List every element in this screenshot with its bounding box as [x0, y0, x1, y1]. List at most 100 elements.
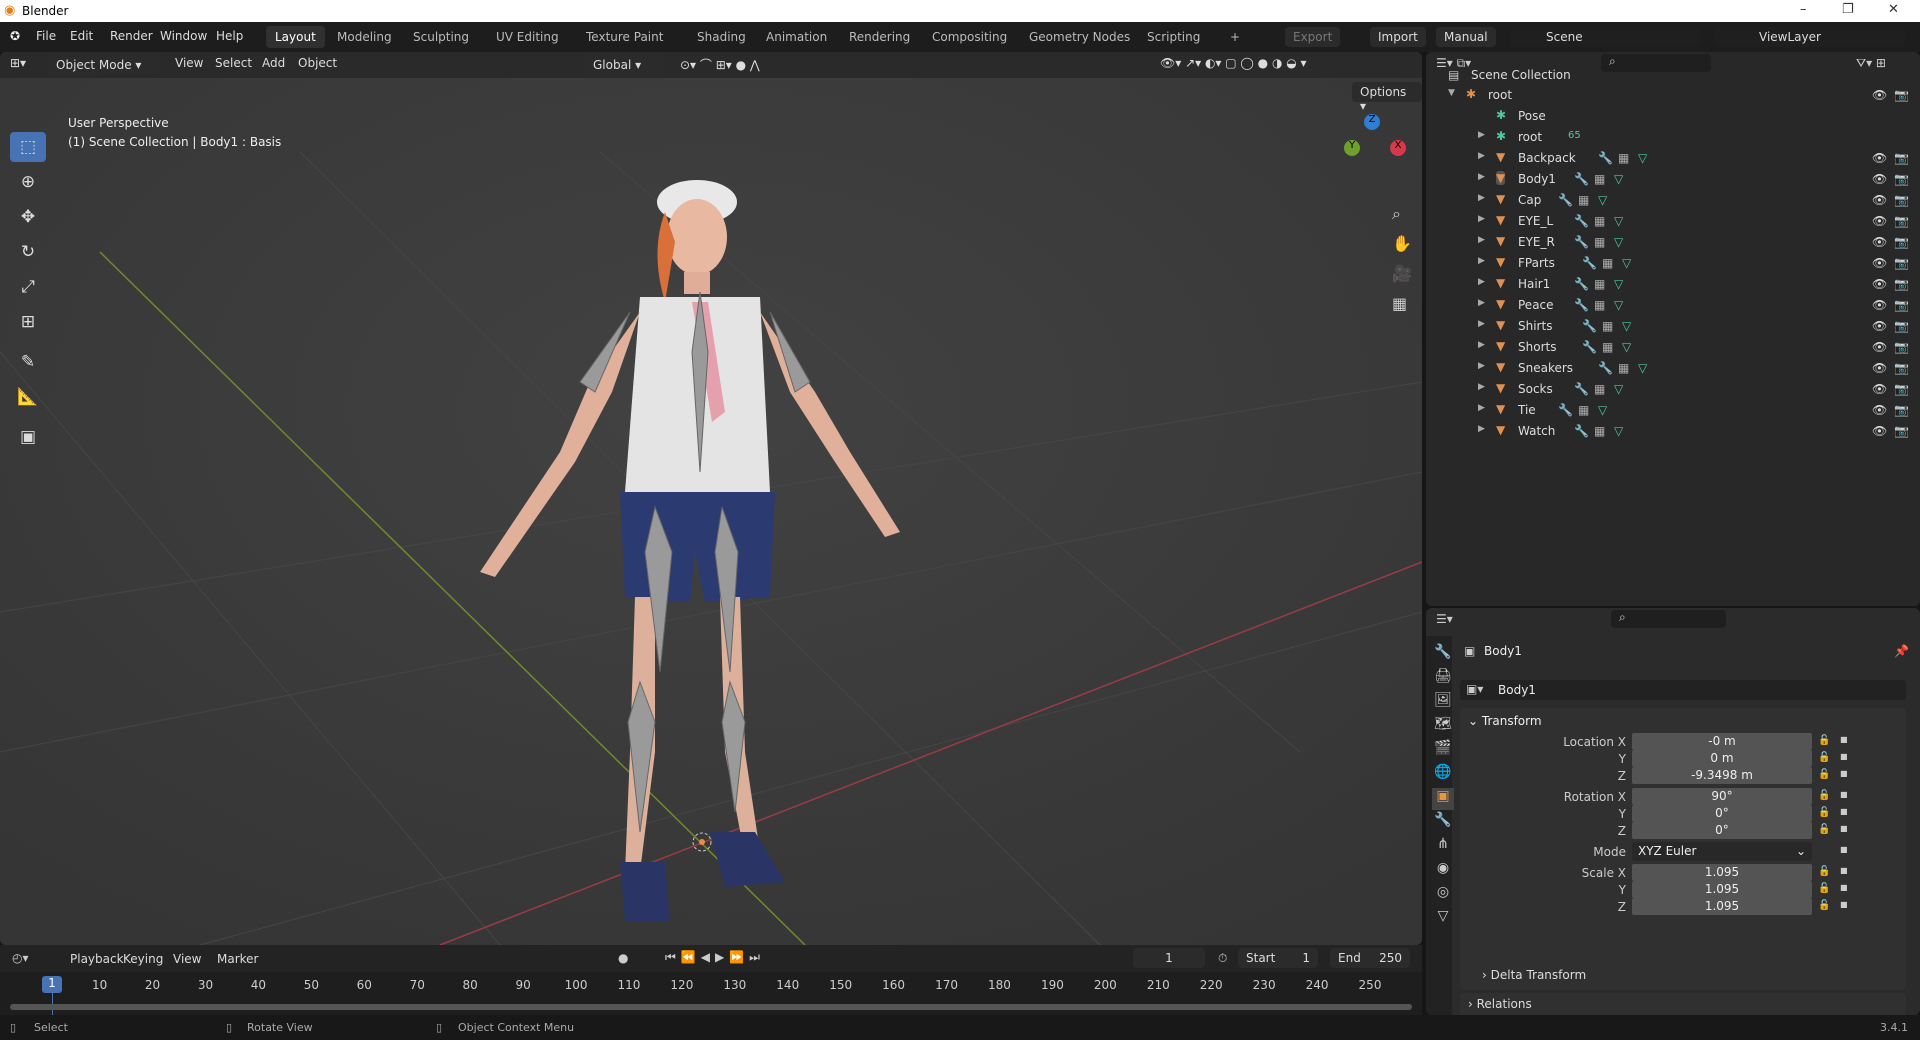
- visibility-eye-icon[interactable]: 👁: [1872, 151, 1887, 165]
- lock-icon[interactable]: 🔓: [1818, 807, 1830, 818]
- visibility-eye-icon[interactable]: 👁: [1872, 361, 1887, 375]
- tab-workspace-compositing[interactable]: Compositing: [923, 26, 1016, 48]
- visibility-eye-icon[interactable]: 👁: [1872, 256, 1887, 270]
- render-camera-icon[interactable]: 📷: [1894, 382, 1909, 396]
- end-frame-field[interactable]: End 250: [1330, 948, 1410, 968]
- outliner-item[interactable]: ▶ ▼ Body1 🔧 ▦ ▽ 👁 📷: [1426, 169, 1920, 190]
- tab-render-icon[interactable]: 🖨: [1432, 668, 1454, 690]
- menu-file[interactable]: File: [36, 29, 56, 43]
- filter-icon[interactable]: ⛛▾ ⊞: [1856, 56, 1886, 71]
- expand-arrow-icon[interactable]: ▶: [1478, 277, 1485, 287]
- keyframe-dot-icon[interactable]: ■: [1840, 752, 1848, 761]
- visibility-eye-icon[interactable]: 👁: [1872, 424, 1887, 438]
- pin-icon[interactable]: 📌: [1894, 644, 1909, 658]
- tab-workspace-scripting[interactable]: Scripting: [1138, 26, 1209, 48]
- expand-arrow-icon[interactable]: ▶: [1478, 130, 1485, 140]
- expand-arrow-icon[interactable]: ▶: [1478, 382, 1485, 392]
- keyframe-dot-icon[interactable]: ■: [1840, 790, 1848, 799]
- lock-icon[interactable]: 🔓: [1818, 752, 1830, 763]
- render-camera-icon[interactable]: 📷: [1894, 403, 1909, 417]
- render-camera-icon[interactable]: 📷: [1894, 151, 1909, 165]
- render-camera-icon[interactable]: 📷: [1894, 235, 1909, 249]
- camera-icon[interactable]: 🎥: [1392, 264, 1412, 283]
- property-field[interactable]: 1.095: [1632, 864, 1812, 881]
- timeline-scrollbar[interactable]: [10, 1004, 1412, 1010]
- outliner-item[interactable]: ▶ ▼ Watch 🔧 ▦ ▽ 👁 📷: [1426, 421, 1920, 442]
- editor-type-icon[interactable]: ⊞▾: [10, 56, 26, 70]
- outliner-item[interactable]: ▶ ▼ Tie 🔧 ▦ ▽ 👁 📷: [1426, 400, 1920, 421]
- timeline-menu-keying[interactable]: Keying: [123, 952, 163, 966]
- tab-constraints-icon[interactable]: ◎: [1432, 884, 1454, 906]
- tab-data-icon[interactable]: ▽: [1432, 908, 1454, 930]
- outliner-search[interactable]: ⌕: [1601, 54, 1711, 72]
- timeline-menu-view[interactable]: View: [173, 952, 201, 966]
- gizmo-z[interactable]: Z: [1364, 114, 1380, 130]
- timeline-ruler[interactable]: 10 20 30 40 50 60 70 80 90 100 110 120 130 140 150 160 1…: [0, 972, 1422, 1015]
- outliner-item[interactable]: ▶ ▼ Sneakers 🔧 ▦ ▽ 👁 📷: [1426, 358, 1920, 379]
- menu-render[interactable]: Render: [110, 29, 153, 43]
- tab-workspace--[interactable]: +: [1221, 26, 1249, 48]
- render-camera-icon[interactable]: 📷: [1894, 193, 1909, 207]
- gizmo-y[interactable]: Y: [1344, 140, 1360, 156]
- playback-controls[interactable]: ⏮⏪◀▶⏩⏭: [665, 950, 765, 965]
- tab-tool-icon[interactable]: 🔧: [1432, 644, 1454, 666]
- tool-measure-icon[interactable]: 📐: [10, 382, 46, 412]
- visibility-eye-icon[interactable]: 👁: [1872, 172, 1887, 186]
- tool-rotate-icon[interactable]: ↻: [10, 237, 46, 267]
- expand-arrow-icon[interactable]: ▶: [1478, 361, 1485, 371]
- expand-arrow-icon[interactable]: ▶: [1478, 256, 1485, 266]
- restore-button[interactable]: ❐: [1842, 2, 1854, 17]
- lock-icon[interactable]: 🔓: [1818, 735, 1830, 746]
- minimize-button[interactable]: –: [1800, 2, 1807, 17]
- tool-move-icon[interactable]: ✥: [10, 202, 46, 232]
- property-field[interactable]: 0°: [1632, 822, 1812, 839]
- expand-arrow-icon[interactable]: ▶: [1478, 424, 1485, 434]
- keyframe-dot-icon[interactable]: ■: [1840, 900, 1848, 909]
- tab-workspace-uv-editing[interactable]: UV Editing: [487, 26, 568, 48]
- render-camera-icon[interactable]: 📷: [1894, 214, 1909, 228]
- outliner-item[interactable]: ▶ ▼ Hair1 🔧 ▦ ▽ 👁 📷: [1426, 274, 1920, 295]
- relations-header[interactable]: › Relations: [1468, 997, 1532, 1011]
- 3d-viewport[interactable]: ⊞▾ Object Mode ▾ View Select Add Object …: [0, 52, 1422, 945]
- expand-arrow-icon[interactable]: ▶: [1478, 319, 1485, 329]
- pan-hand-icon[interactable]: ✋: [1392, 234, 1412, 253]
- keyframe-dot-icon[interactable]: ■: [1840, 883, 1848, 892]
- manual-button[interactable]: Manual: [1436, 27, 1496, 47]
- visibility-eye-icon[interactable]: 👁: [1872, 340, 1887, 354]
- render-camera-icon[interactable]: 📷: [1894, 172, 1909, 186]
- keyframe-dot-icon[interactable]: ■: [1840, 845, 1848, 854]
- outliner-item[interactable]: ▶ ▼ EYE_R 🔧 ▦ ▽ 👁 📷: [1426, 232, 1920, 253]
- expand-arrow-icon[interactable]: ▶: [1478, 172, 1485, 182]
- blender-menu-icon[interactable]: ✪: [10, 29, 20, 43]
- tool-cursor-icon[interactable]: ⊕: [10, 167, 46, 197]
- viewlayer-selector[interactable]: ViewLayer: [1715, 27, 1905, 47]
- tab-view-layer-icon[interactable]: 🗺: [1432, 716, 1454, 738]
- view-menu[interactable]: View: [175, 56, 203, 70]
- tab-world-icon[interactable]: 🌐: [1432, 764, 1454, 786]
- transform-panel-header[interactable]: ⌄ Transform: [1468, 714, 1542, 728]
- properties-editor-icon[interactable]: ☰▾: [1436, 612, 1453, 626]
- property-field[interactable]: 0°: [1632, 805, 1812, 822]
- outliner-item[interactable]: ▶ ▼ Backpack 🔧 ▦ ▽ 👁 📷: [1426, 148, 1920, 169]
- tab-output-icon[interactable]: 🖼: [1432, 692, 1454, 714]
- visibility-eye-icon[interactable]: 👁: [1872, 277, 1887, 291]
- visibility-eye-icon[interactable]: 👁: [1872, 298, 1887, 312]
- render-camera-icon[interactable]: 📷: [1894, 88, 1909, 102]
- relations-panel[interactable]: › Relations: [1460, 993, 1906, 1015]
- import-button[interactable]: Import: [1370, 27, 1426, 47]
- delta-transform-header[interactable]: › Delta Transform: [1482, 968, 1586, 982]
- outliner-item[interactable]: ▶ ▼ FParts 🔧 ▦ ▽ 👁 📷: [1426, 253, 1920, 274]
- lock-icon[interactable]: 🔓: [1818, 900, 1830, 911]
- tab-object-icon[interactable]: ▣: [1432, 788, 1454, 810]
- property-field[interactable]: 0 m: [1632, 750, 1812, 767]
- visibility-eye-icon[interactable]: 👁: [1872, 403, 1887, 417]
- keyframe-dot-icon[interactable]: ■: [1840, 769, 1848, 778]
- render-camera-icon[interactable]: 📷: [1894, 277, 1909, 291]
- outliner-item[interactable]: ▶ ▼ Cap 🔧 ▦ ▽ 👁 📷: [1426, 190, 1920, 211]
- navigation-gizmo[interactable]: Z X Y: [1330, 114, 1410, 194]
- timeline-menu-playback[interactable]: Playback: [70, 952, 124, 966]
- tab-physics-icon[interactable]: ◉: [1432, 860, 1454, 882]
- tab-workspace-shading[interactable]: Shading: [688, 26, 755, 48]
- expand-arrow-icon[interactable]: ▶: [1478, 298, 1485, 308]
- expand-arrow-icon[interactable]: ▶: [1478, 151, 1485, 161]
